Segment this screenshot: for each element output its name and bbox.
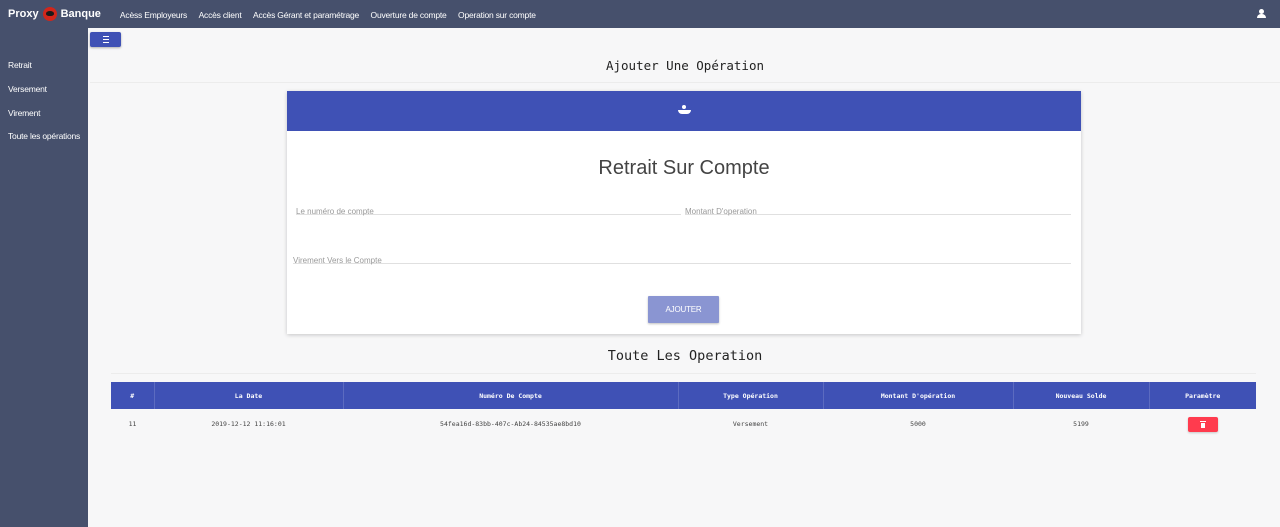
- account-number-field: [296, 201, 681, 216]
- operations-table: # La Date Numéro De Compte Type Opératio…: [111, 382, 1256, 439]
- nav-gerant[interactable]: Accès Gérant et paramétrage: [253, 10, 359, 20]
- card-header: [287, 91, 1081, 131]
- hand-coin-icon: [678, 105, 691, 116]
- main-nav: Acèss Employeurs Accès client Accès Géra…: [120, 5, 543, 23]
- cell-amount: 5000: [910, 420, 926, 428]
- table-header-row: # La Date Numéro De Compte Type Opératio…: [111, 382, 1256, 409]
- transfer-account-input[interactable]: [293, 256, 1071, 265]
- table-title: Toute Les Operation: [607, 348, 763, 364]
- brand-left: Proxy: [8, 8, 39, 20]
- table-row: 11 2019-12-12 11:16:01 54fea16d-83bb-407…: [111, 409, 1256, 439]
- col-balance: Nouveau Solde: [1013, 382, 1150, 409]
- col-amount: Montant D'opération: [823, 382, 1014, 409]
- menu-toggle-button[interactable]: [90, 32, 121, 47]
- account-number-input[interactable]: [296, 207, 681, 216]
- page-title: Ajouter Une Opération: [605, 58, 765, 73]
- transfer-account-field: [293, 250, 1071, 265]
- col-date: La Date: [154, 382, 344, 409]
- cell-type: Versement: [732, 420, 769, 428]
- delete-button[interactable]: [1187, 416, 1218, 432]
- sidebar-item-retrait[interactable]: Retrait: [8, 60, 32, 70]
- cell-account: 54fea16d-83bb-407c-Ab24-84535ae8bd10: [440, 420, 581, 428]
- nav-operation-compte[interactable]: Operation sur compte: [458, 10, 536, 20]
- logo-icon: [42, 7, 57, 21]
- cell-actions: [1149, 409, 1256, 439]
- amount-field: [685, 201, 1071, 216]
- brand-right: Banque: [60, 8, 101, 20]
- add-operation-button[interactable]: AJOUTER: [648, 296, 719, 323]
- top-navbar: Proxy Banque Acèss Employeurs Accès clie…: [0, 0, 1280, 28]
- nav-employeurs[interactable]: Acèss Employeurs: [120, 10, 187, 20]
- user-icon[interactable]: [1257, 9, 1266, 19]
- sidebar: Retrait Versement Virement Toute les opé…: [0, 28, 88, 527]
- sidebar-item-versement[interactable]: Versement: [8, 84, 47, 94]
- amount-input[interactable]: [685, 207, 1071, 216]
- divider: [111, 373, 1256, 374]
- nav-ouverture-compte[interactable]: Ouverture de compte: [371, 10, 447, 20]
- cell-date: 2019-12-12 11:16:01: [211, 420, 286, 428]
- brand[interactable]: Proxy Banque: [0, 7, 101, 21]
- trash-icon: [1199, 420, 1206, 422]
- col-id: #: [111, 382, 155, 409]
- form-title: Retrait Sur Compte: [598, 157, 770, 179]
- nav-client[interactable]: Accès client: [199, 10, 242, 20]
- cell-balance: 5199: [1073, 420, 1089, 428]
- divider: [90, 82, 1280, 83]
- col-parametre: Paramètre: [1185, 391, 1221, 400]
- sidebar-item-toutes-operations[interactable]: Toute les opérations: [8, 131, 80, 141]
- col-type: Type Opération: [678, 382, 824, 409]
- operation-form-card: Retrait Sur Compte AJOUTER: [287, 91, 1081, 334]
- col-account: Numéro De Compte: [343, 382, 679, 409]
- cell-id: 11: [128, 420, 137, 428]
- sidebar-item-virement[interactable]: Virement: [8, 108, 40, 118]
